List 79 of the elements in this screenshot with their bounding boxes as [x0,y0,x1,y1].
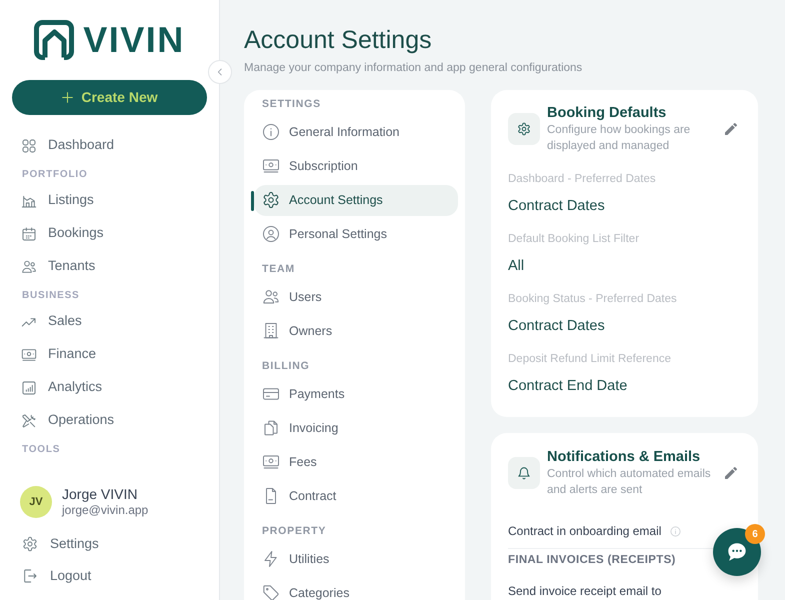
house-logo-icon [34,20,74,60]
field-label: Default Booking List Filter [508,232,640,247]
settings-menu-item[interactable]: Fees [254,446,458,478]
pencil-icon [723,121,739,137]
user-name: Jorge VIVIN [62,486,138,503]
setting-group-heading: FINAL INVOICES (RECEIPTS) [508,553,676,567]
menu-section-heading: TEAM [261,262,296,277]
field-label: Deposit Refund Limit Reference [508,352,672,367]
bar-chart-icon [21,380,37,396]
settings-menu-item[interactable]: Payments [254,378,458,410]
edit-button[interactable] [723,121,739,137]
nav-link[interactable]: Analytics [12,371,207,404]
settings-menu-item[interactable]: Subscription [254,150,458,182]
nav-section-heading: PORTFOLIO [21,168,89,182]
card-title: Notifications & Emails [547,448,702,466]
tag-icon [262,584,280,600]
chat-icon [726,541,748,563]
settings-menu-item[interactable]: Users [254,282,458,312]
bell-icon [517,466,531,480]
field-label: Dashboard - Preferred Dates [508,172,657,187]
card-description: Control which automated emails and alerts are sent [547,467,712,498]
user-email: jorge@vivin.app [62,503,148,518]
nav-link[interactable]: Tenants [12,250,207,283]
nav-section-heading: TOOLS [21,443,62,457]
menu-section-heading: PROPERTY [261,524,328,539]
nav-link[interactable]: Finance [12,338,207,371]
settings-menu-item[interactable]: Categories [254,578,458,600]
card-description: Configure how bookings are displayed and managed [547,123,692,154]
page-subtitle: Manage your company information and app general configurations [244,61,584,75]
field-label: Booking Status - Preferred Dates [508,292,678,307]
logout-icon [22,568,38,584]
page-title: Account Settings [244,26,433,54]
settings-menu-item[interactable]: Invoicing [254,412,458,444]
menu-section-heading: SETTINGS [261,97,322,112]
settings-menu-item[interactable]: General Information [254,116,458,148]
settings-icon [262,191,280,209]
building-icon [262,322,280,340]
nav-link[interactable]: Dashboard [12,129,207,162]
nav-link[interactable]: Sales [12,305,207,338]
nav-section-heading: BUSINESS [21,289,81,303]
settings-icon [517,122,531,136]
field-value: Contract End Date [508,377,628,396]
notification-badge: 6 [745,524,765,544]
settings-menu-item[interactable]: Account Settings [254,184,458,216]
card-title: Booking Defaults [547,104,668,122]
settings-menu-item[interactable]: Owners [254,316,458,346]
tools-icon [21,412,37,428]
plus-icon [61,91,74,104]
avatar: JV [20,486,52,518]
banknote-icon [262,453,280,471]
nav-link[interactable]: Settings [12,528,207,560]
nav-link[interactable]: Logout [12,560,207,592]
settings-menu-item[interactable]: Utilities [254,544,458,574]
info-icon [262,123,280,141]
logo-text: VIVIN [83,20,185,60]
settings-menu-item[interactable]: Personal Settings [254,218,458,250]
menu-section-heading: BILLING [261,359,311,374]
active-indicator [251,191,254,211]
calendar-icon [21,226,37,242]
banknote-icon [21,346,37,362]
nav-link[interactable]: Listings [12,184,207,217]
setting-label: Contract in onboarding email [508,524,662,538]
pencil-icon [723,465,739,481]
field-value: All [508,257,526,276]
create-new-button[interactable]: Create New [12,80,207,115]
settings-menu-item[interactable]: Contract [254,480,458,512]
documents-icon [262,419,280,437]
banknote-icon [262,157,280,175]
settings-icon [22,536,38,552]
users-icon [262,288,280,306]
setting-label: Send invoice receipt email to [508,584,662,598]
nav-link[interactable]: Operations [12,404,207,437]
nav-link[interactable]: Bookings [12,217,207,250]
field-value: Contract Dates [508,197,606,216]
user-circle-icon [262,225,280,243]
field-value: Contract Dates [508,317,606,336]
grid-icon [21,138,37,154]
users-icon [21,258,37,274]
edit-button[interactable] [723,465,739,481]
